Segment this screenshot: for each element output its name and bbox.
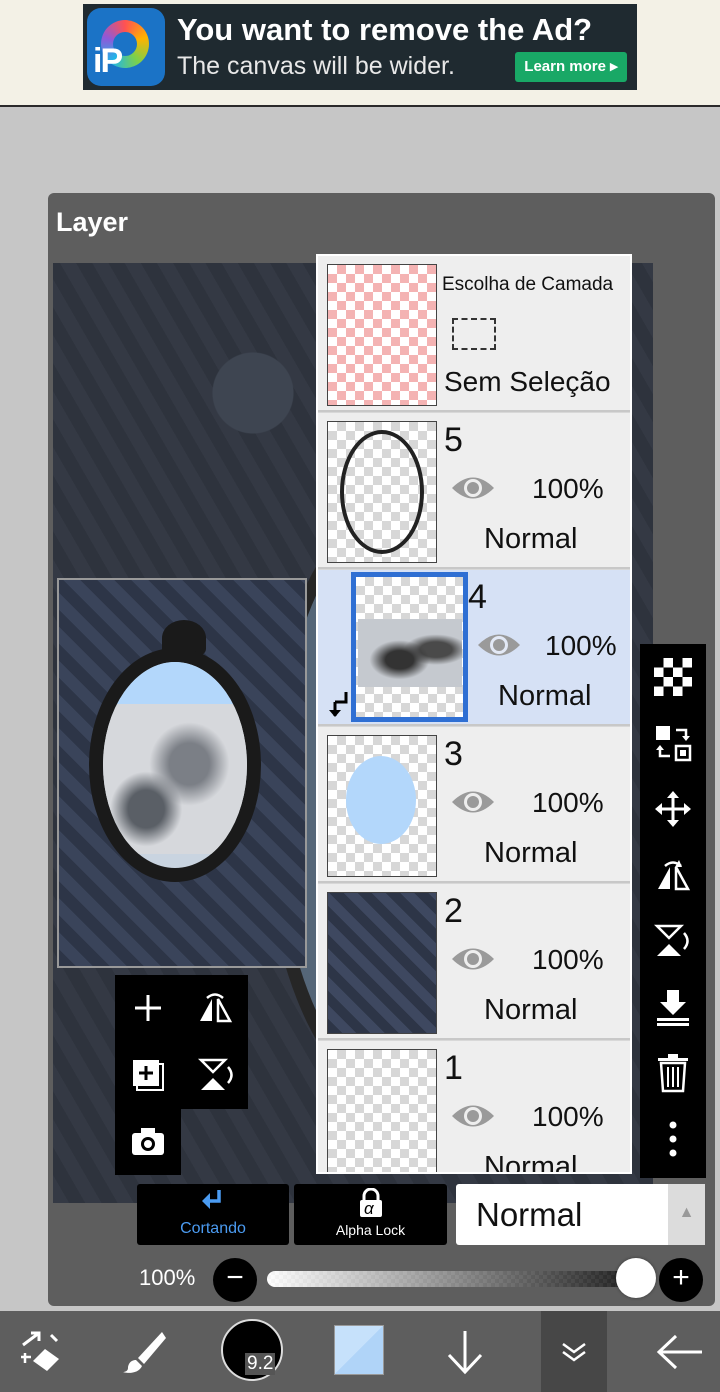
selection-thumbnail <box>327 264 437 406</box>
brush-size-indicator[interactable]: 9.2 <box>221 1319 283 1381</box>
layer-blend-mode: Normal <box>484 837 578 869</box>
eye-icon[interactable] <box>450 1101 496 1131</box>
clipping-icon <box>202 1190 221 1209</box>
bottom-toolbar: 9.2 <box>0 1311 720 1392</box>
flip-horizontal-icon[interactable] <box>182 975 248 1041</box>
layer-blend-mode: Normal <box>484 523 578 555</box>
opacity-label: 100% <box>139 1265 196 1290</box>
layer-list[interactable]: Escolha de Camada Sem Seleção 5 100% Nor… <box>316 254 632 1174</box>
mirror-frame <box>89 648 261 882</box>
alpha-lock-label: Alpha Lock <box>335 1222 406 1238</box>
opacity-minus-button[interactable]: − <box>213 1258 257 1302</box>
flip-vertical-icon[interactable] <box>182 1042 248 1108</box>
alpha-lock-button[interactable]: α Alpha Lock <box>294 1184 447 1245</box>
layer-thumbnail <box>327 1049 437 1172</box>
back-icon[interactable] <box>640 1311 720 1392</box>
ibispaint-logo-icon: iP <box>87 8 165 86</box>
trash-icon[interactable] <box>640 1040 706 1106</box>
learn-more-button[interactable]: Learn more ▸ <box>515 52 627 82</box>
camera-icon[interactable] <box>115 1109 181 1175</box>
layer-row-4[interactable]: 4 100% Normal <box>318 570 630 726</box>
opacity-slider-handle[interactable] <box>616 1258 656 1298</box>
flip-vertical-icon[interactable] <box>640 908 706 974</box>
layer-row-1[interactable]: 1 100% Normal <box>318 1041 630 1174</box>
selection-status: Sem Seleção <box>444 366 611 397</box>
clipping-label: Cortando <box>180 1220 246 1237</box>
layers-toggle-icon[interactable] <box>541 1311 607 1392</box>
layer-blend-mode: Normal <box>484 1151 578 1174</box>
eye-icon[interactable] <box>450 473 496 503</box>
ad-banner[interactable]: iP You want to remove the Ad? The canvas… <box>83 4 637 90</box>
layer-thumbnail <box>327 735 437 877</box>
layer-thumbnail <box>327 421 437 563</box>
panel-title: Layer <box>56 207 129 237</box>
layer-row-2[interactable]: 2 100% Normal <box>318 884 630 1040</box>
layer-number: 3 <box>444 735 463 773</box>
blend-mode-select[interactable]: Normal ▲ <box>456 1184 705 1245</box>
eye-icon[interactable] <box>450 787 496 817</box>
layer-row-5[interactable]: 5 100% Normal <box>318 413 630 569</box>
arrow-down-icon[interactable] <box>425 1311 505 1392</box>
opacity-slider[interactable] <box>267 1271 637 1287</box>
merge-down-icon[interactable] <box>640 974 706 1040</box>
clipping-button[interactable]: Cortando <box>137 1184 289 1245</box>
layer-thumbnail-selected <box>351 572 468 722</box>
layer-opacity: 100% <box>532 944 604 975</box>
color-swatch[interactable] <box>334 1325 384 1375</box>
layer-panel: Layer Escolha de Camada Sem Seleção 5 10… <box>48 193 715 1306</box>
hands-photo-thumbnail <box>358 619 462 687</box>
ornate-frame-thumbnail <box>340 430 424 554</box>
layer-number: 5 <box>444 421 463 459</box>
add-layer-copy-icon[interactable] <box>115 1042 181 1108</box>
eye-icon[interactable] <box>450 944 496 974</box>
layer-opacity: 100% <box>532 787 604 818</box>
brush-icon[interactable] <box>104 1311 184 1392</box>
layer-number: 1 <box>444 1049 463 1087</box>
selection-layer[interactable]: Escolha de Camada Sem Seleção <box>318 256 630 412</box>
layer-blend-mode: Normal <box>498 680 592 712</box>
hands-photo <box>103 704 247 854</box>
checker-icon[interactable] <box>640 644 706 710</box>
damask-thumbnail <box>327 892 437 1034</box>
layer-opacity: 100% <box>545 630 617 661</box>
add-layer-icon[interactable] <box>115 975 181 1041</box>
flip-horizontal-icon[interactable] <box>640 842 706 908</box>
layer-number: 4 <box>468 578 487 616</box>
opacity-plus-button[interactable]: + <box>659 1258 703 1302</box>
ad-strip: iP You want to remove the Ad? The canvas… <box>0 0 720 107</box>
selection-marquee-icon <box>452 318 496 350</box>
layer-actions-toolbar <box>640 644 706 1178</box>
blue-oval-thumbnail <box>346 756 416 844</box>
more-icon[interactable] <box>640 1106 706 1172</box>
layer-row-3[interactable]: 3 100% Normal <box>318 727 630 883</box>
eye-icon[interactable] <box>476 630 522 660</box>
canvas-preview[interactable] <box>57 578 307 968</box>
blend-mode-value: Normal <box>476 1196 583 1233</box>
selection-title: Escolha de Camada <box>442 274 614 295</box>
transform-icon[interactable] <box>0 1311 80 1392</box>
layer-opacity: 100% <box>532 473 604 504</box>
layer-blend-mode: Normal <box>484 994 578 1026</box>
layer-opacity: 100% <box>532 1101 604 1132</box>
move-icon[interactable] <box>640 776 706 842</box>
transfer-icon[interactable] <box>640 710 706 776</box>
layer-tools-mini <box>115 975 248 1175</box>
chevron-up-icon[interactable]: ▲ <box>668 1184 705 1245</box>
ad-title: You want to remove the Ad? <box>177 12 593 47</box>
layer-number: 2 <box>444 892 463 930</box>
clipping-arrow-icon <box>329 692 348 717</box>
ad-subtitle: The canvas will be wider. <box>177 52 455 80</box>
lock-icon: α <box>358 1187 384 1218</box>
